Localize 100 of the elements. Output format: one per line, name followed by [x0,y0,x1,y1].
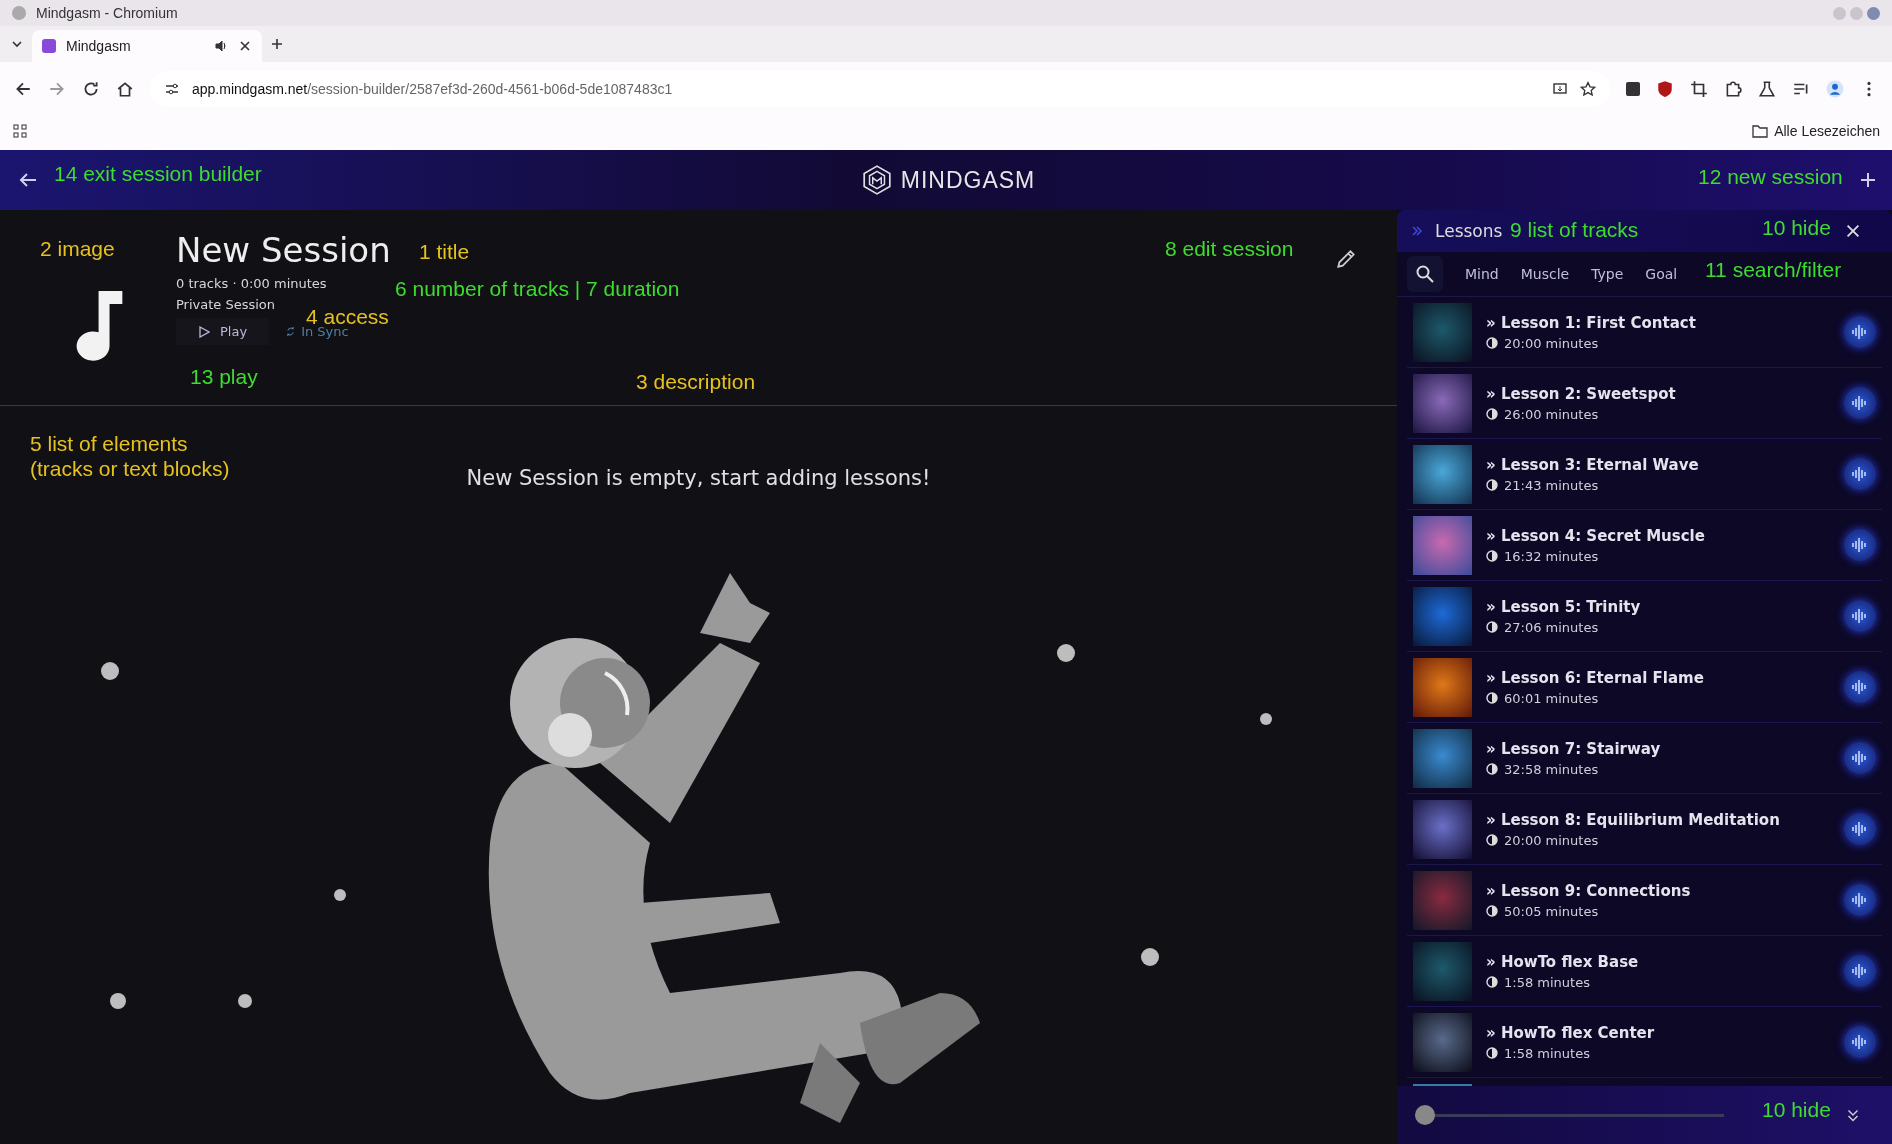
track-duration: 1:58 minutes [1504,1045,1590,1061]
annotation-label: 6 number of tracks | 7 duration [395,276,680,302]
track-item[interactable]: » Lesson 5: Trinity 27:06 minutes [1407,581,1882,652]
track-title: » Lesson 9: Connections [1486,881,1692,900]
audio-wave-button[interactable] [1844,458,1876,490]
crop-icon[interactable] [1690,80,1708,98]
audio-wave-button[interactable] [1844,671,1876,703]
track-item[interactable]: » Lesson 4: Secret Muscle 16:32 minutes [1407,510,1882,581]
track-duration: 1:58 minutes [1504,974,1590,990]
install-icon[interactable] [1552,81,1568,97]
track-item[interactable]: » HowTo flex Base 1:58 minutes [1407,936,1882,1007]
clock-icon [1486,479,1498,491]
annotation-label: 5 list of elements (tracks or text blocks) [30,431,230,482]
new-tab-icon[interactable] [270,37,284,51]
annotation-label: 1 title [419,239,470,265]
address-bar[interactable]: app.mindgasm.net/session-builder/2587ef3d-260d-4561-b06d-5de1087483c1 [150,71,1610,107]
track-item[interactable]: » Lesson 3: Eternal Wave 21:43 minutes [1407,439,1882,510]
clock-icon [1486,1047,1498,1059]
audio-wave-button[interactable] [1844,1026,1876,1058]
audio-wave-button[interactable] [1844,529,1876,561]
profile-icon[interactable] [1826,80,1844,98]
close-button[interactable] [1867,6,1880,20]
plus-icon[interactable] [1858,170,1878,190]
track-title: » Lesson 8: Equilibrium Meditation [1486,810,1781,829]
shield-icon[interactable] [1656,80,1674,98]
progress-handle[interactable] [1415,1105,1435,1125]
url-text: app.mindgasm.net/session-builder/2587ef3d-260d-4561-b06d-5de1087483c1 [192,81,673,97]
annotation-label: 12 new session [1698,164,1843,190]
clock-icon [1486,905,1498,917]
sync-icon [285,326,297,337]
window-title: Mindgasm - Chromium [36,5,179,21]
clock-icon [1486,834,1498,846]
apps-icon[interactable] [12,123,28,139]
track-duration: 27:06 minutes [1504,619,1599,635]
annotation-label: 11 search/filter [1705,257,1842,283]
home-icon[interactable] [116,80,134,98]
site-info-icon[interactable] [164,81,180,97]
track-duration: 20:00 minutes [1504,832,1599,848]
artwork-placeholder [1413,302,1472,362]
clock-icon [1486,976,1498,988]
speaker-icon[interactable] [214,39,228,53]
artwork-placeholder [1413,515,1472,575]
filter-button[interactable]: Type [1591,266,1624,282]
filter-button[interactable]: Mind [1465,266,1499,282]
track-item[interactable]: » Lesson 9: Connections 50:05 minutes [1407,865,1882,936]
annotation-label: 3 description [636,369,756,395]
clock-icon [1486,337,1498,349]
annotation-label: 8 edit session [1165,236,1294,262]
all-bookmarks-button[interactable]: Alle Lesezeichen [1752,123,1880,139]
track-duration: 50:05 minutes [1504,903,1599,919]
forward-icon[interactable] [48,80,66,98]
reload-icon[interactable] [82,80,100,98]
track-title: » Lesson 5: Trinity [1486,597,1642,616]
audio-wave-button[interactable] [1844,600,1876,632]
artwork-placeholder [1413,941,1472,1001]
track-duration: 26:00 minutes [1504,406,1599,422]
track-item[interactable]: » Lesson 8: Equilibrium Meditation 20:00 minutes [1407,794,1882,865]
close-tab-icon[interactable] [238,39,252,53]
search-button[interactable] [1407,256,1443,292]
track-item[interactable]: » Lesson 7: Stairway 32:58 minutes [1407,723,1882,794]
annotation-label: 9 list of tracks [1510,217,1639,243]
track-item[interactable]: » HowTo flex Center 1:58 minutes [1407,1007,1882,1078]
logo-icon [860,164,893,196]
artwork-placeholder [1413,657,1472,717]
favicon-icon [42,39,56,53]
filter-button[interactable]: Goal [1645,266,1678,282]
audio-wave-button[interactable] [1844,316,1876,348]
artwork-placeholder [1413,444,1472,504]
artwork-placeholder [1413,586,1472,646]
play-button[interactable]: Play [176,318,270,345]
back-icon[interactable] [14,80,32,98]
audio-wave-button[interactable] [1844,813,1876,845]
edit-icon[interactable] [1335,248,1357,270]
empty-message: New Session is empty, start adding lessons! [466,466,931,490]
flask-icon[interactable] [1758,80,1776,98]
audio-wave-button[interactable] [1844,387,1876,419]
audio-wave-button[interactable] [1844,884,1876,916]
close-icon[interactable] [1844,222,1862,240]
track-title: » Lesson 6: Eternal Flame [1486,668,1705,687]
track-item[interactable]: » Lesson 2: Sweetspot 26:00 minutes [1407,368,1882,439]
panel-title: Lessons [1435,221,1503,241]
track-item[interactable]: » Lesson 1: First Contact 20:00 minutes [1407,297,1882,368]
artwork-placeholder [1413,1012,1472,1072]
annotation-label: 14 exit session builder [54,161,262,187]
audio-wave-button[interactable] [1844,955,1876,987]
audio-wave-button[interactable] [1844,742,1876,774]
track-title: » Lesson 4: Secret Muscle [1486,526,1706,545]
star-icon[interactable] [1580,81,1596,97]
artwork-placeholder [1413,799,1472,859]
play-icon [198,325,210,338]
track-title: » Lesson 3: Eternal Wave [1486,455,1700,474]
track-title: » Lesson 1: First Contact [1486,313,1697,332]
filter-button[interactable]: Muscle [1520,266,1570,282]
session-meta: 0 tracks · 0:00 minutes [176,276,327,291]
annotation-label: 10 hide [1762,215,1831,241]
annotation-label: 2 image [40,236,115,262]
browser-tab[interactable]: Mindgasm [32,30,262,62]
puzzle-icon[interactable] [1724,80,1742,98]
track-item[interactable]: » Lesson 6: Eternal Flame 60:01 minutes [1407,652,1882,723]
artwork-placeholder [1413,870,1472,930]
